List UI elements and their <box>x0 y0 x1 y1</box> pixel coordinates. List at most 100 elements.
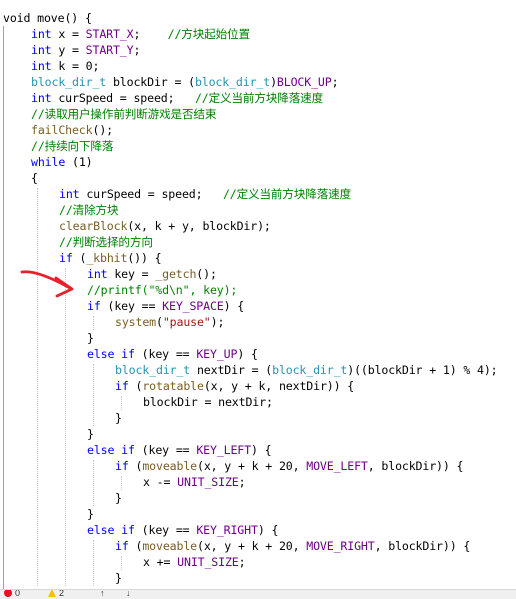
code-line: x += UNIT_SIZE; <box>143 554 246 570</box>
code-line: if (rotatable(x, y + k, nextDir)) { <box>115 378 354 394</box>
code-line: } <box>115 410 122 426</box>
code-token: if <box>121 523 135 537</box>
code-token: { <box>31 171 38 185</box>
code-token: BLOCK_UP <box>276 75 332 89</box>
code-token: if <box>121 443 135 457</box>
code-line: int key = _getch(); <box>87 266 217 282</box>
code-token: UNIT_SIZE <box>177 555 239 569</box>
code-token: key = <box>107 267 156 281</box>
code-token: ) { <box>223 299 245 313</box>
code-token: ; <box>331 75 339 89</box>
code-token: } <box>87 427 94 441</box>
code-token: int <box>59 187 80 201</box>
error-count-label: 0 <box>15 589 21 598</box>
code-token: while <box>31 155 66 169</box>
code-token: block_dir_t <box>31 75 107 89</box>
code-token: ; <box>238 475 246 489</box>
code-line: int y = START_Y; <box>31 42 140 58</box>
fold-margin[interactable] <box>0 0 8 590</box>
code-line: } <box>87 426 94 442</box>
code-editor[interactable]: void move() {int x = START_X; //方块起始位置 in… <box>0 0 516 590</box>
code-token: (x, y + k, nextDir)) { <box>203 379 355 393</box>
code-line: //printf("%d\n", key); <box>87 282 237 298</box>
code-token: moveable <box>142 539 197 553</box>
code-token: ) { <box>237 347 258 361</box>
code-token: ) { <box>250 443 272 457</box>
code-token: ( <box>128 459 143 473</box>
code-line: } <box>115 490 122 506</box>
error-count[interactable]: 0 <box>4 589 21 598</box>
code-token: moveable <box>142 459 197 473</box>
code-line: //持续向下降落 <box>31 138 113 154</box>
code-token: (x, y + k + 20, <box>196 459 307 473</box>
indent-guide <box>93 540 94 586</box>
code-line: blockDir = nextDir; <box>143 394 273 410</box>
indent-guide <box>93 316 94 330</box>
next-issue-button[interactable]: ↓ <box>126 589 131 598</box>
indent-guide <box>121 556 122 570</box>
fold-line <box>3 26 4 590</box>
code-line: block_dir_t blockDir = (block_dir_t)BLOC… <box>31 74 339 90</box>
warning-triangle-icon <box>48 590 56 597</box>
code-token: START_X <box>85 27 134 41</box>
code-token: KEY_UP <box>196 347 238 361</box>
code-token: } <box>87 507 94 521</box>
code-token: else <box>87 443 115 457</box>
indent-guide <box>121 476 122 490</box>
code-token: ) <box>270 75 277 89</box>
code-line: clearBlock(x, k + y, blockDir); <box>59 218 271 234</box>
code-token: (key == <box>134 443 197 457</box>
warning-count-label: 2 <box>59 589 65 598</box>
code-token: UNIT_SIZE <box>177 475 239 489</box>
code-token: //方块起始位置 <box>167 27 250 41</box>
code-token: k = 0; <box>51 59 100 73</box>
code-token: x += <box>143 555 178 569</box>
code-token: block_dir_t <box>194 75 271 89</box>
code-token: (x, y + k + 20, <box>196 539 307 553</box>
code-token: ; <box>133 27 168 41</box>
code-line: } <box>87 330 94 346</box>
code-token: ( <box>128 539 143 553</box>
code-token: if <box>115 539 129 553</box>
code-token: int <box>87 267 108 281</box>
code-line: //读取用户操作前判断游戏是否结束 <box>31 106 216 122</box>
code-token: //定义当前方块降落速度 <box>194 91 324 105</box>
code-line: else if (key == KEY_UP) { <box>87 346 258 362</box>
error-circle-icon <box>4 590 12 597</box>
code-token: _getch <box>155 267 197 281</box>
code-token: } <box>115 571 122 585</box>
code-token: void move() { <box>3 11 92 25</box>
code-line: while (1) <box>31 154 93 170</box>
code-line: { <box>31 170 38 186</box>
code-token: } <box>115 491 122 505</box>
code-token: KEY_RIGHT <box>196 523 258 537</box>
code-token: , blockDir)) { <box>374 539 471 553</box>
arrow-down-icon: ↓ <box>126 589 131 598</box>
code-line: //判断选择的方向 <box>59 234 153 250</box>
code-token: if <box>115 379 129 393</box>
previous-issue-button[interactable]: ↑ <box>100 589 105 598</box>
code-token: block_dir_t <box>115 363 191 377</box>
code-line: failCheck(); <box>31 122 113 138</box>
code-token: x -= <box>143 475 178 489</box>
code-token: int <box>31 91 52 105</box>
arrow-up-icon: ↑ <box>100 589 105 598</box>
code-token: x = <box>51 27 86 41</box>
code-token: } <box>115 411 122 425</box>
warning-count[interactable]: 2 <box>48 589 65 598</box>
code-line: if (moveable(x, y + k + 20, MOVE_LEFT, b… <box>115 458 464 474</box>
code-token: curSpeed = speed; <box>79 187 223 201</box>
code-line: int x = START_X; //方块起始位置 <box>31 26 250 42</box>
code-token: (x, k + y, blockDir); <box>127 219 271 233</box>
code-line: //清除方块 <box>59 202 119 218</box>
code-line: if (_kbhit()) { <box>59 250 162 266</box>
code-token: clearBlock <box>59 219 128 233</box>
code-token: //printf("%d\n", key); <box>87 283 238 297</box>
code-token: block_dir_t <box>272 363 348 377</box>
indent-guide <box>121 396 122 410</box>
code-token: _kbhit <box>86 251 128 265</box>
code-token: blockDir = ( <box>106 75 195 89</box>
code-token: //持续向下降落 <box>31 139 114 153</box>
code-token: ); <box>210 315 225 329</box>
code-token: int <box>31 59 52 73</box>
